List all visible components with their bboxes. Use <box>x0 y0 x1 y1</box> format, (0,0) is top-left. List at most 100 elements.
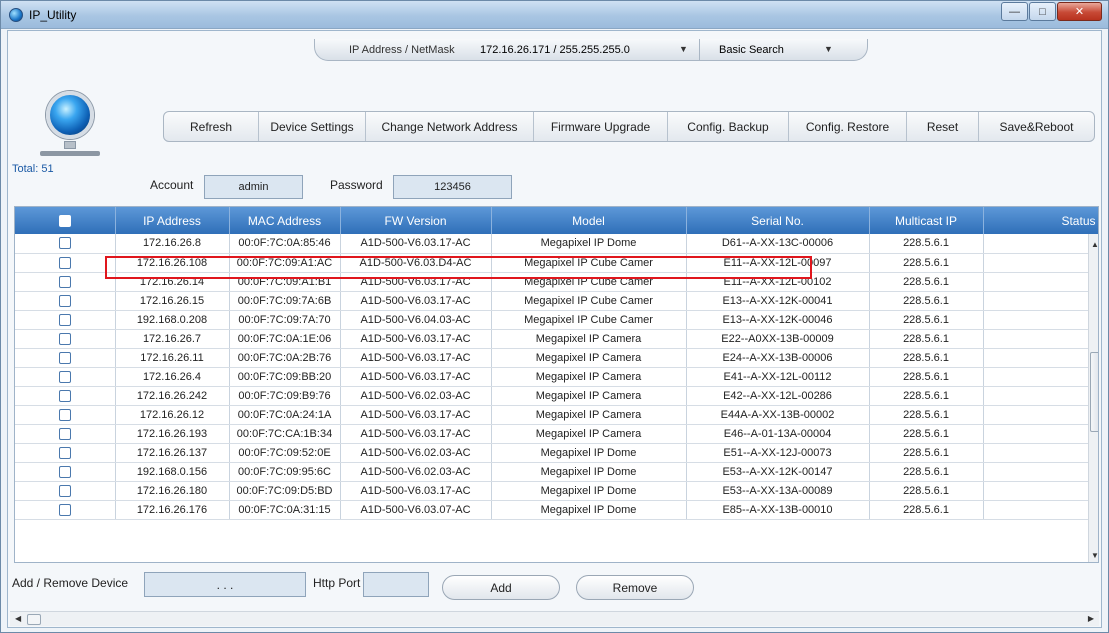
column-header-mac[interactable]: MAC Address <box>229 207 341 234</box>
save-reboot-button[interactable]: Save&Reboot <box>979 112 1094 141</box>
multicast-ip-cell: 228.5.6.1 <box>869 424 984 444</box>
table-row[interactable]: 172.16.26.11 00:0F:7C:0A:2B:76 A1D-500-V6.… <box>15 348 1098 368</box>
serial-no-cell: E22--A0XX-13B-00009 <box>686 329 870 349</box>
select-all-checkbox[interactable] <box>15 207 116 234</box>
row-checkbox[interactable] <box>15 386 116 406</box>
column-header-status[interactable]: Status <box>983 207 1098 234</box>
row-checkbox[interactable] <box>15 329 116 349</box>
config-backup-button[interactable]: Config. Backup <box>668 112 789 141</box>
ip-address-cell: 192.168.0.208 <box>115 310 230 330</box>
main-content: IP Address / NetMask 172.16.26.171 / 255… <box>7 30 1102 628</box>
row-checkbox[interactable] <box>15 272 116 292</box>
serial-no-cell: E42--A-XX-12L-00286 <box>686 386 870 406</box>
row-checkbox[interactable] <box>15 481 116 501</box>
table-row[interactable]: 172.16.26.14 00:0F:7C:09:A1:B1 A1D-500-V6.… <box>15 272 1098 292</box>
http-port-label: Http Port <box>313 576 361 590</box>
row-checkbox[interactable] <box>15 234 116 254</box>
add-remove-device-label: Add / Remove Device <box>12 576 129 590</box>
scroll-thumb[interactable] <box>1090 352 1098 432</box>
change-network-address-button[interactable]: Change Network Address <box>366 112 534 141</box>
table-row[interactable]: 172.16.26.242 00:0F:7C:09:B9:76 A1D-500-V6… <box>15 386 1098 406</box>
maximize-icon[interactable]: □ <box>1029 2 1056 21</box>
table-row[interactable]: 172.16.26.108 00:0F:7C:09:A1:AC A1D-500-V6… <box>15 253 1098 273</box>
status-cell <box>983 253 1098 273</box>
table-row[interactable]: 172.16.26.193 00:0F:7C:CA:1B:34 A1D-500-V6… <box>15 424 1098 444</box>
row-checkbox[interactable] <box>15 500 116 520</box>
refresh-button[interactable]: Refresh <box>164 112 259 141</box>
row-checkbox[interactable] <box>15 367 116 387</box>
vertical-scrollbar[interactable]: ▲ ▼ <box>1088 234 1098 562</box>
search-mode-select[interactable]: Basic Search <box>719 44 784 56</box>
close-icon[interactable]: ✕ <box>1057 2 1102 21</box>
row-checkbox[interactable] <box>15 291 116 311</box>
mac-address-cell: 00:0F:7C:09:52:0E <box>229 443 341 463</box>
table-row[interactable]: 172.16.26.7 00:0F:7C:0A:1E:06 A1D-500-V6.0… <box>15 329 1098 349</box>
model-cell: Megapixel IP Camera <box>491 348 687 368</box>
config-restore-button[interactable]: Config. Restore <box>789 112 907 141</box>
row-checkbox[interactable] <box>15 405 116 425</box>
chevron-down-icon[interactable]: ▼ <box>679 44 688 54</box>
scroll-up-icon[interactable]: ▲ <box>1091 240 1098 249</box>
serial-no-cell: E46--A-01-13A-00004 <box>686 424 870 444</box>
mac-address-cell: 00:0F:7C:09:BB:20 <box>229 367 341 387</box>
table-row[interactable]: 192.168.0.156 00:0F:7C:09:95:6C A1D-500-V6… <box>15 462 1098 482</box>
model-cell: Megapixel IP Dome <box>491 481 687 501</box>
table-header-row: IP Address MAC Address FW Version Model … <box>15 207 1098 234</box>
chevron-down-icon[interactable]: ▼ <box>824 44 833 54</box>
row-checkbox[interactable] <box>15 348 116 368</box>
fw-version-cell: A1D-500-V6.03.17-AC <box>340 234 492 254</box>
column-header-serial[interactable]: Serial No. <box>686 207 870 234</box>
table-row[interactable]: 172.16.26.137 00:0F:7C:09:52:0E A1D-500-V6… <box>15 443 1098 463</box>
device-settings-button[interactable]: Device Settings <box>259 112 366 141</box>
ipmask-select[interactable]: 172.16.26.171 / 255.255.255.0 <box>480 44 630 56</box>
scroll-right-icon[interactable]: ▶ <box>1088 614 1094 623</box>
reset-button[interactable]: Reset <box>907 112 979 141</box>
table-row[interactable]: 172.16.26.176 00:0F:7C:0A:31:15 A1D-500-V6… <box>15 500 1098 520</box>
add-button[interactable]: Add <box>442 575 560 600</box>
column-header-multicast[interactable]: Multicast IP <box>869 207 984 234</box>
scroll-left-icon[interactable]: ◀ <box>15 614 21 623</box>
multicast-ip-cell: 228.5.6.1 <box>869 291 984 311</box>
account-field[interactable]: admin <box>204 175 303 199</box>
http-port-input[interactable] <box>363 572 429 597</box>
row-checkbox[interactable] <box>15 424 116 444</box>
app-window: IP_Utility — □ ✕ IP Address / NetMask 17… <box>0 0 1109 633</box>
scroll-down-icon[interactable]: ▼ <box>1091 551 1098 560</box>
ip-address-cell: 172.16.26.4 <box>115 367 230 387</box>
horizontal-scrollbar[interactable]: ◀ ▶ <box>10 611 1099 626</box>
column-header-model[interactable]: Model <box>491 207 687 234</box>
row-checkbox[interactable] <box>15 462 116 482</box>
remove-button[interactable]: Remove <box>576 575 694 600</box>
password-field[interactable]: 123456 <box>393 175 512 199</box>
status-cell <box>983 386 1098 406</box>
model-cell: Megapixel IP Dome <box>491 500 687 520</box>
scroll-thumb[interactable] <box>27 614 41 625</box>
ip-address-cell: 172.16.26.15 <box>115 291 230 311</box>
firmware-upgrade-button[interactable]: Firmware Upgrade <box>534 112 668 141</box>
camera-logo-icon <box>36 91 106 163</box>
table-row[interactable]: 172.16.26.180 00:0F:7C:09:D5:BD A1D-500-V6… <box>15 481 1098 501</box>
column-header-ip[interactable]: IP Address <box>115 207 230 234</box>
divider <box>699 39 700 61</box>
model-cell: Megapixel IP Cube Camer <box>491 291 687 311</box>
model-cell: Megapixel IP Camera <box>491 424 687 444</box>
minimize-icon[interactable]: — <box>1001 2 1028 21</box>
table-row[interactable]: 172.16.26.8 00:0F:7C:0A:85:46 A1D-500-V6.0… <box>15 234 1098 254</box>
ip-address-cell: 172.16.26.193 <box>115 424 230 444</box>
row-checkbox[interactable] <box>15 310 116 330</box>
mac-address-cell: 00:0F:7C:09:95:6C <box>229 462 341 482</box>
table-row[interactable]: 172.16.26.15 00:0F:7C:09:7A:6B A1D-500-V6.… <box>15 291 1098 311</box>
table-row[interactable]: 172.16.26.4 00:0F:7C:09:BB:20 A1D-500-V6.0… <box>15 367 1098 387</box>
status-cell <box>983 272 1098 292</box>
column-header-fw[interactable]: FW Version <box>340 207 492 234</box>
serial-no-cell: E51--A-XX-12J-00073 <box>686 443 870 463</box>
row-checkbox[interactable] <box>15 443 116 463</box>
device-ip-input[interactable]: . . . <box>144 572 306 597</box>
table-row[interactable]: 172.16.26.12 00:0F:7C:0A:24:1A A1D-500-V6.… <box>15 405 1098 425</box>
mac-address-cell: 00:0F:7C:09:7A:70 <box>229 310 341 330</box>
row-checkbox[interactable] <box>15 253 116 273</box>
table-row[interactable]: 192.168.0.208 00:0F:7C:09:7A:70 A1D-500-V6… <box>15 310 1098 330</box>
fw-version-cell: A1D-500-V6.03.17-AC <box>340 272 492 292</box>
fw-version-cell: A1D-500-V6.03.17-AC <box>340 481 492 501</box>
fw-version-cell: A1D-500-V6.02.03-AC <box>340 462 492 482</box>
